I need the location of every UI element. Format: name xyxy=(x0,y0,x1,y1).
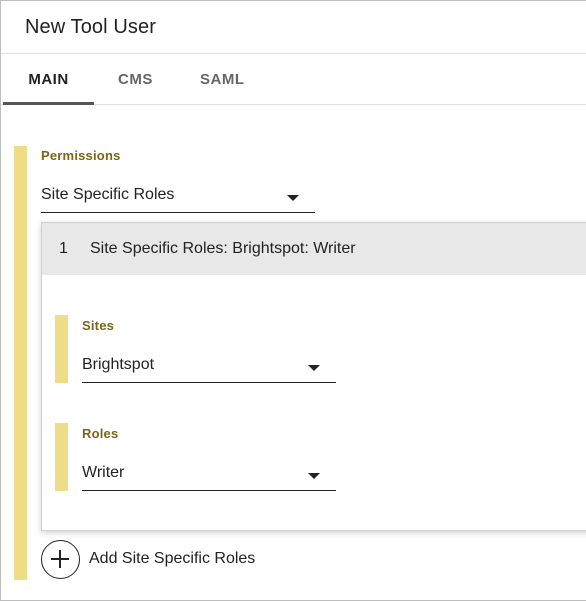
caret-down-icon xyxy=(308,365,320,371)
roles-select[interactable]: Writer xyxy=(82,459,336,491)
sites-select-value: Brightspot xyxy=(82,356,155,373)
sites-accent-bar xyxy=(55,315,68,383)
tab-cms[interactable]: CMS xyxy=(118,54,153,105)
item-title: Site Specific Roles: Brightspot: Writer xyxy=(90,240,356,257)
dialog-header: New Tool User xyxy=(1,1,586,54)
site-role-item-header[interactable]: 1 Site Specific Roles: Brightspot: Write… xyxy=(42,223,586,275)
item-index: 1 xyxy=(59,240,68,257)
roles-select-value: Writer xyxy=(82,464,125,481)
permissions-select[interactable]: Site Specific Roles xyxy=(41,181,315,213)
tab-saml[interactable]: SAML xyxy=(200,54,245,105)
edit-user-dialog: New Tool User MAIN CMS SAML Permissions … xyxy=(0,0,586,601)
permissions-accent-bar xyxy=(14,146,27,580)
permissions-select-value: Site Specific Roles xyxy=(41,186,175,203)
caret-down-icon xyxy=(287,195,299,201)
caret-down-icon xyxy=(308,473,320,479)
tab-main[interactable]: MAIN xyxy=(3,54,94,105)
permissions-label: Permissions xyxy=(41,148,121,163)
page-title: New Tool User xyxy=(25,16,156,38)
plus-circle-icon[interactable] xyxy=(41,540,80,579)
tab-bar: MAIN CMS SAML xyxy=(1,54,586,105)
sites-label: Sites xyxy=(82,318,115,333)
sites-select[interactable]: Brightspot xyxy=(82,351,336,383)
site-role-item: 1 Site Specific Roles: Brightspot: Write… xyxy=(41,222,586,531)
roles-accent-bar xyxy=(55,423,68,491)
add-site-specific-roles-label: Add Site Specific Roles xyxy=(89,550,256,567)
roles-label: Roles xyxy=(82,426,119,441)
